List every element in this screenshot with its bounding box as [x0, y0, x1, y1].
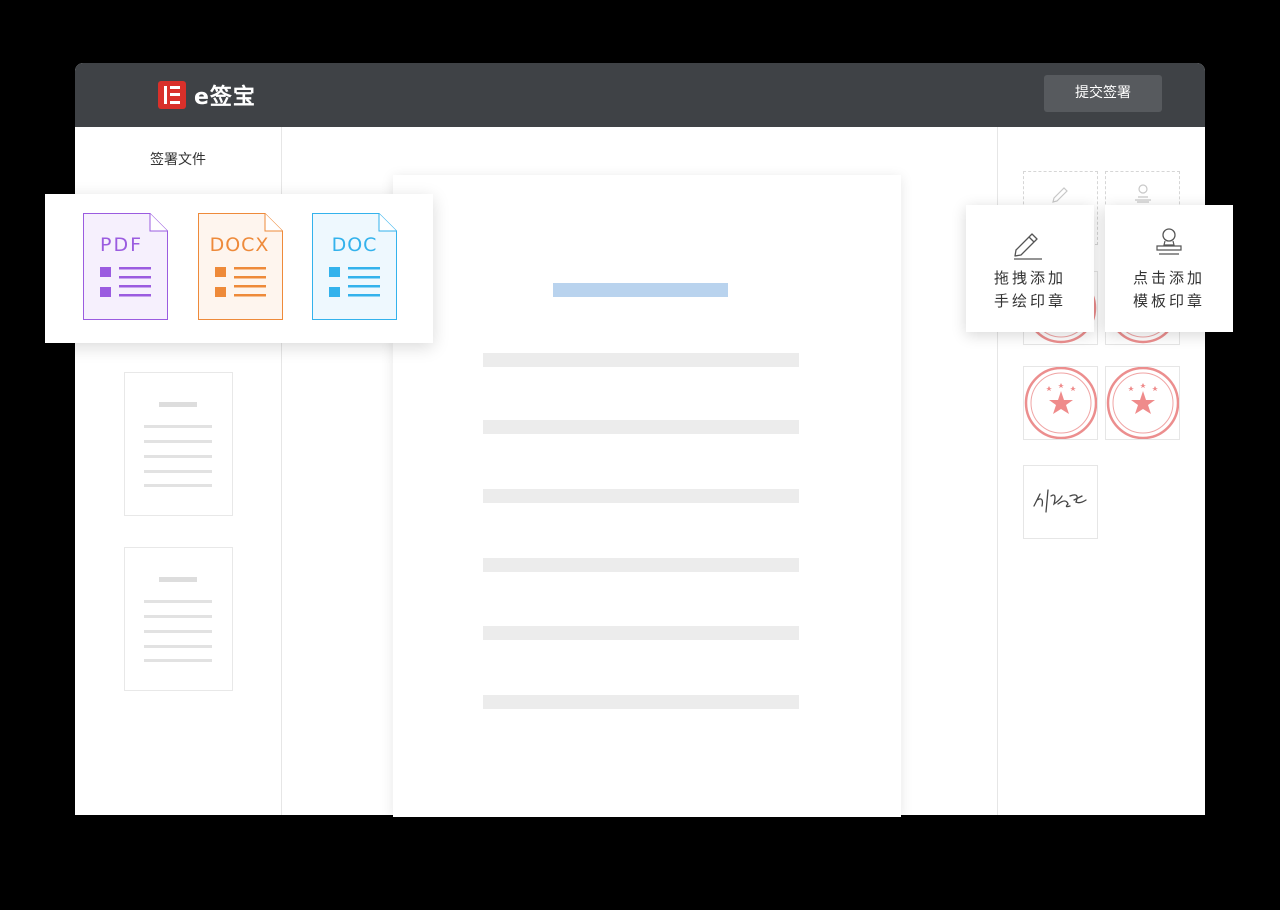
- document-page[interactable]: [393, 175, 901, 817]
- text-line-placeholder: [483, 626, 799, 640]
- star-seal-icon: [1024, 366, 1098, 440]
- document-title-placeholder: [553, 283, 728, 297]
- submit-signing-button[interactable]: 提交签署: [1044, 75, 1162, 112]
- template-line1: 点击添加: [1132, 269, 1205, 287]
- pdf-file-icon: [83, 213, 168, 320]
- seal-stamp[interactable]: [1105, 366, 1180, 440]
- document-thumbnail[interactable]: [124, 372, 233, 516]
- star-seal-icon: [1106, 366, 1180, 440]
- docx-file-tile[interactable]: DOCX: [198, 213, 283, 320]
- docx-label: DOCX: [209, 234, 270, 256]
- signature-icon: [1033, 489, 1087, 513]
- app-logo: e签宝: [158, 81, 256, 110]
- doc-label: DOC: [331, 234, 378, 256]
- add-hand-drawn-stamp-card[interactable]: 拖拽添加 手绘印章: [966, 205, 1094, 332]
- text-line-placeholder: [483, 353, 799, 367]
- logo-mark-icon: [158, 81, 186, 109]
- text-line-placeholder: [483, 558, 799, 572]
- text-line-placeholder: [483, 695, 799, 709]
- doc-file-icon: [312, 213, 397, 320]
- document-thumbnail[interactable]: [124, 547, 233, 691]
- pencil-icon: [1014, 233, 1042, 260]
- top-bar: e签宝 提交签署: [75, 63, 1205, 127]
- doc-file-tile[interactable]: DOC: [312, 213, 397, 320]
- add-template-stamp-card[interactable]: 点击添加 模板印章: [1105, 205, 1233, 332]
- file-type-panel: PDF DOCX DOC: [45, 194, 433, 343]
- text-line-placeholder: [483, 489, 799, 503]
- seal-stamp[interactable]: [1023, 366, 1098, 440]
- stamp-icon: [1156, 228, 1182, 255]
- template-line2: 模板印章: [1132, 292, 1205, 310]
- hand-drawn-line2: 手绘印章: [993, 292, 1066, 310]
- text-line-placeholder: [483, 420, 799, 434]
- handwritten-signature[interactable]: [1023, 465, 1098, 539]
- pdf-label: PDF: [100, 234, 144, 256]
- docx-file-icon: [198, 213, 283, 320]
- sidebar-title: 签署文件: [150, 152, 206, 168]
- hand-drawn-line1: 拖拽添加: [993, 269, 1066, 287]
- logo-text: e签宝: [194, 85, 256, 110]
- pdf-file-tile[interactable]: PDF: [83, 213, 168, 320]
